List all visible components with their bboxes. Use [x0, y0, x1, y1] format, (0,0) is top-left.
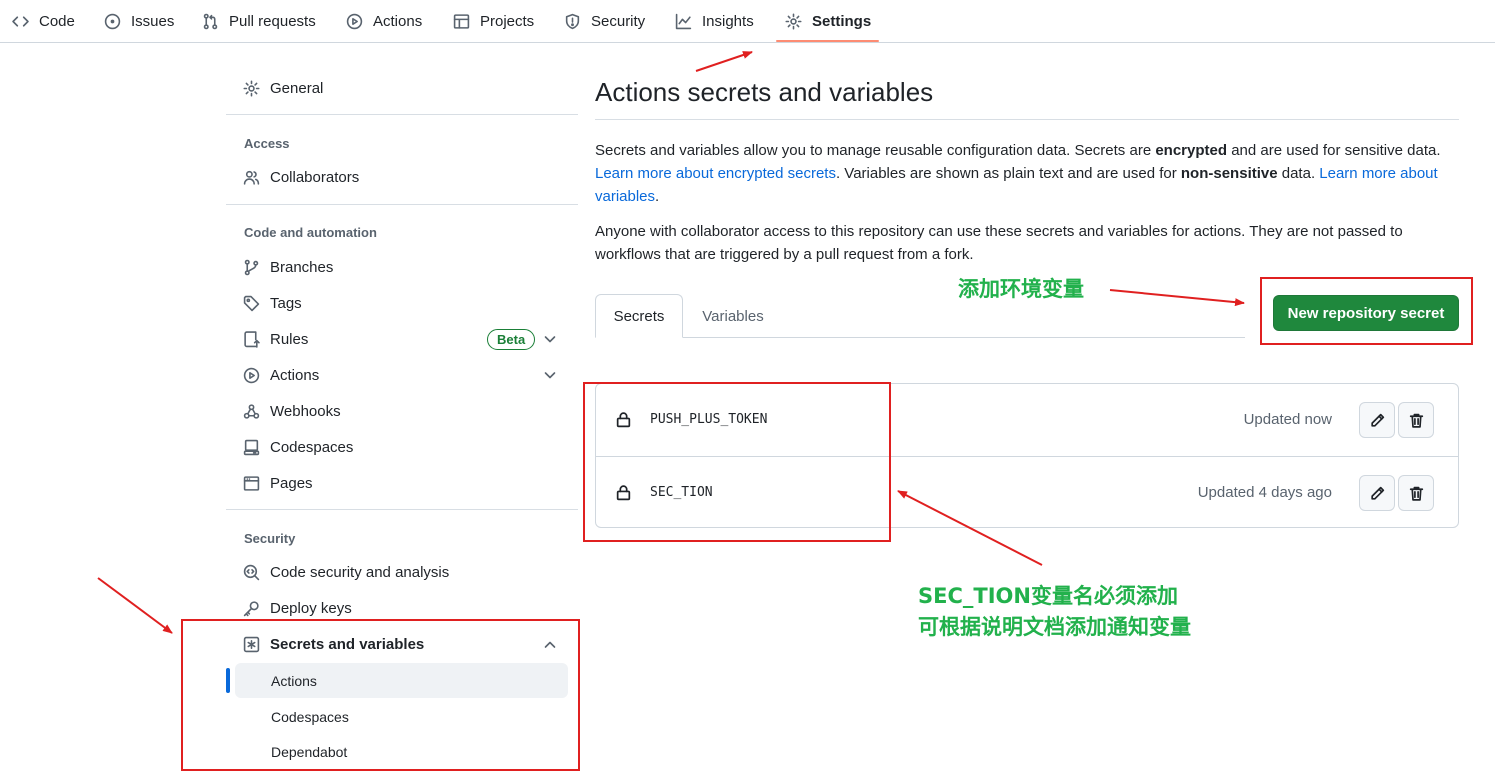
- shield-icon: [565, 13, 580, 30]
- nav-settings[interactable]: Settings: [785, 0, 871, 43]
- tag-icon: [243, 295, 260, 311]
- gear-icon: [785, 13, 802, 30]
- codespaces-icon: [243, 439, 260, 455]
- nav-code[interactable]: Code: [12, 0, 75, 43]
- key-icon: [243, 600, 259, 616]
- play-icon: [243, 367, 260, 383]
- annotation-sec-line2: 可根据说明文档添加通知变量: [918, 615, 1191, 639]
- selected-tab-underline: [776, 40, 879, 42]
- annotation-box-sidebar: [181, 619, 580, 771]
- arrow-to-secrets-menu: [97, 577, 173, 634]
- git-pull-request-icon: [203, 13, 218, 30]
- sidebar-heading-security: Security: [244, 531, 296, 546]
- code-icon: [12, 16, 29, 27]
- secret-updated: Updated 4 days ago: [1197, 484, 1332, 501]
- nav-projects[interactable]: Projects: [453, 0, 534, 43]
- sidebar-item-code-security[interactable]: Code security and analysis: [243, 560, 449, 584]
- pencil-icon: [1370, 486, 1384, 500]
- trash-icon: [1409, 413, 1423, 428]
- edit-secret-button[interactable]: [1359, 402, 1395, 438]
- sidebar-heading-code-automation: Code and automation: [244, 225, 377, 240]
- sidebar-item-rules[interactable]: Rules: [243, 327, 308, 351]
- edit-secret-button[interactable]: [1359, 475, 1395, 511]
- nav-insights[interactable]: Insights: [675, 0, 754, 43]
- chevron-down-icon[interactable]: [542, 331, 558, 347]
- people-icon: [243, 170, 260, 185]
- sidebar-item-collaborators[interactable]: Collaborators: [243, 165, 359, 189]
- issue-opened-icon: [104, 13, 121, 30]
- repo-nav: Code Issues Pull requests Actions Projec…: [0, 0, 1495, 43]
- codescan-icon: [243, 564, 260, 580]
- annotation-sec-line1: SEC_TION变量名必须添加: [918, 584, 1178, 608]
- sidebar-item-pages[interactable]: Pages: [243, 471, 313, 495]
- pencil-icon: [1370, 413, 1384, 427]
- annotation-box-new-secret: [1260, 277, 1473, 345]
- sidebar-divider: [226, 114, 578, 115]
- title-divider: [595, 119, 1459, 120]
- nav-issues[interactable]: Issues: [104, 0, 174, 43]
- access-note-paragraph: Anyone with collaborator access to this …: [595, 223, 1403, 263]
- gear-icon: [243, 79, 260, 97]
- annotation-add-env: 添加环境变量: [958, 277, 1084, 301]
- beta-badge: Beta: [487, 329, 536, 350]
- trash-icon: [1409, 486, 1423, 501]
- webhook-icon: [243, 403, 260, 419]
- graph-icon: [675, 13, 692, 30]
- delete-secret-button[interactable]: [1398, 402, 1434, 438]
- git-branch-icon: [244, 259, 259, 275]
- arrow-to-settings: [695, 51, 753, 72]
- page-title: Actions secrets and variables: [595, 77, 934, 107]
- nav-actions[interactable]: Actions: [346, 0, 422, 43]
- sidebar-item-deploy-keys[interactable]: Deploy keys: [243, 596, 352, 620]
- play-icon: [346, 13, 363, 30]
- chevron-down-icon[interactable]: [542, 367, 558, 383]
- nav-pull-requests[interactable]: Pull requests: [202, 0, 316, 43]
- sidebar-item-codespaces[interactable]: Codespaces: [243, 435, 353, 459]
- secret-updated: Updated now: [1243, 411, 1332, 428]
- description-paragraph: Secrets and variables allow you to manag…: [595, 142, 1441, 205]
- table-icon: [453, 14, 470, 29]
- delete-secret-button[interactable]: [1398, 475, 1434, 511]
- sidebar-heading-access: Access: [244, 136, 290, 151]
- nav-security[interactable]: Security: [564, 0, 645, 43]
- sidebar-divider: [226, 509, 578, 510]
- sidebar-divider: [226, 204, 578, 205]
- tab-secrets[interactable]: Secrets: [595, 294, 683, 338]
- sidebar-item-branches[interactable]: Branches: [243, 255, 333, 279]
- arrow-to-new-secret: [1109, 289, 1245, 307]
- browser-icon: [243, 475, 260, 491]
- sidebar-item-general[interactable]: General: [243, 76, 323, 100]
- tab-variables[interactable]: Variables: [688, 294, 778, 338]
- sidebar-item-webhooks[interactable]: Webhooks: [243, 399, 341, 423]
- sidebar-item-actions[interactable]: Actions: [243, 363, 319, 387]
- learn-more-secrets-link[interactable]: Learn more about encrypted secrets: [595, 165, 836, 182]
- repo-push-icon: [244, 330, 260, 348]
- annotation-box-secrets: [583, 382, 891, 542]
- sidebar-item-tags[interactable]: Tags: [243, 291, 302, 315]
